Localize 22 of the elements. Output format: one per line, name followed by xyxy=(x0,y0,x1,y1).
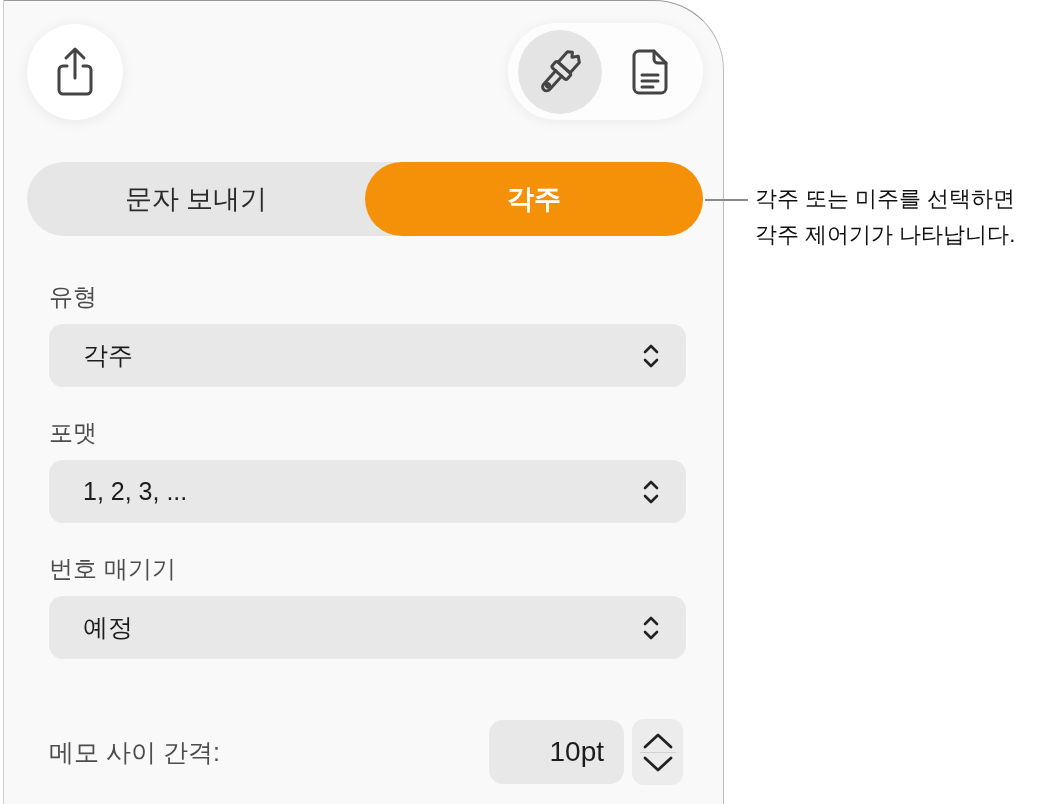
decrement-button[interactable] xyxy=(642,755,673,772)
field-label: 유형 xyxy=(49,282,97,312)
document-icon xyxy=(632,48,668,95)
up-down-chevron-icon xyxy=(643,614,659,641)
field-label: 포맷 xyxy=(49,418,97,448)
leader-line xyxy=(705,199,748,201)
callout-text: 각주 또는 미주를 선택하면 각주 제어기가 나타납니다. xyxy=(755,185,1016,249)
chevron-down-icon xyxy=(642,755,673,772)
field-label: 메모 사이 간격: xyxy=(49,737,220,768)
popup-menu[interactable]: 예정 xyxy=(49,596,686,659)
increment-button[interactable] xyxy=(642,732,673,749)
up-down-chevron-icon xyxy=(643,342,659,369)
chevron-up-icon xyxy=(642,732,673,749)
popup-menu[interactable]: 각주 xyxy=(49,324,686,387)
up-down-chevron-icon xyxy=(643,478,659,505)
share-icon xyxy=(55,45,95,98)
segment-tab[interactable]: 문자 보내기 xyxy=(27,162,365,236)
field-label: 번호 매기기 xyxy=(49,554,176,584)
format-button[interactable] xyxy=(518,29,602,114)
stepper[interactable] xyxy=(632,719,683,785)
popup-menu[interactable]: 1, 2, 3, ... xyxy=(49,460,686,523)
number-field[interactable]: 10pt xyxy=(489,720,624,784)
